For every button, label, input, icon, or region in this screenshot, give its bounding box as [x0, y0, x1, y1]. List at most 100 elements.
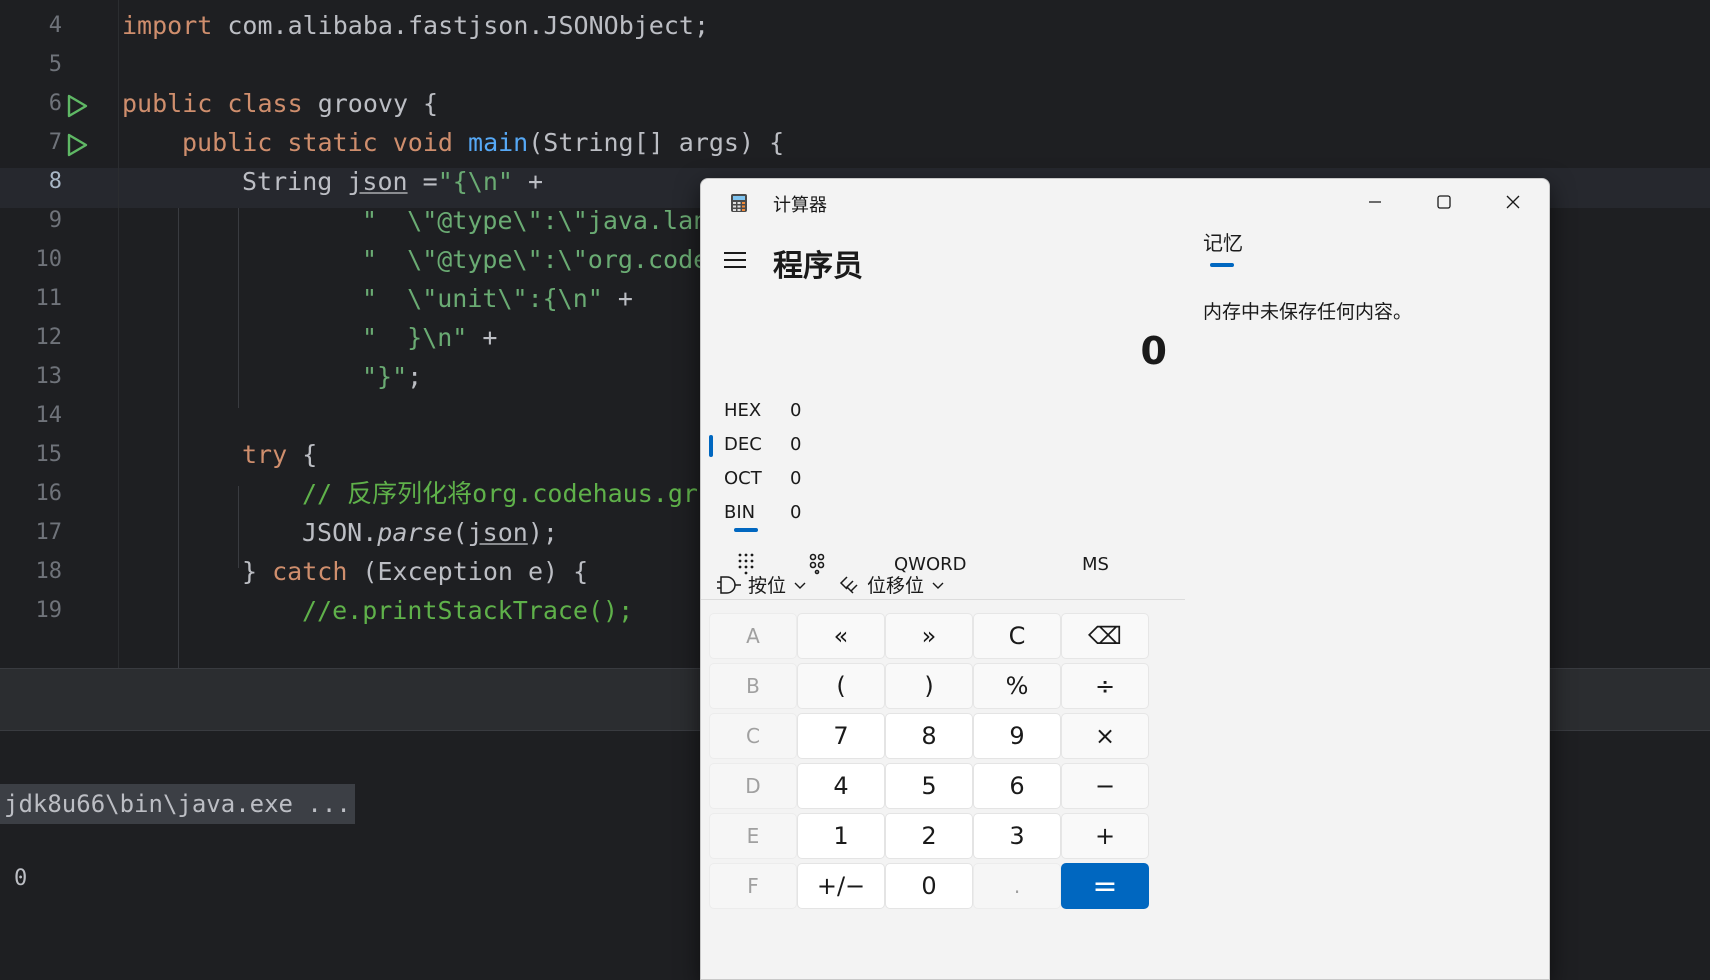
radix-oct[interactable]: OCT 0: [701, 463, 1185, 495]
key-clear[interactable]: C: [973, 613, 1061, 659]
code-line-9[interactable]: " \"@type\":\"java.lan: [362, 201, 708, 241]
key-hex-e[interactable]: E: [709, 813, 797, 859]
console-command[interactable]: jdk8u66\bin\java.exe ...: [0, 784, 355, 824]
key-0[interactable]: 0: [885, 863, 973, 909]
code-token: try: [242, 440, 288, 469]
key-negate[interactable]: +/−: [797, 863, 885, 909]
key-equals[interactable]: =: [1061, 863, 1149, 909]
code-line-4[interactable]: import com.alibaba.fastjson.JSONObject;: [122, 6, 709, 46]
key-multiply[interactable]: ×: [1061, 713, 1149, 759]
line-number: 5: [48, 52, 62, 77]
code-token: void: [392, 128, 453, 157]
key-7[interactable]: 7: [797, 713, 885, 759]
indent-guide: [178, 208, 179, 668]
line-number: 15: [35, 442, 63, 467]
key-4[interactable]: 4: [797, 763, 885, 809]
code-line-18[interactable]: } catch (Exception e) {: [242, 552, 588, 592]
line-number-current: 8: [48, 169, 62, 194]
code-token: " }\n": [362, 323, 468, 352]
code-line-12[interactable]: " }\n" +: [362, 318, 497, 358]
code-token: +: [602, 284, 633, 313]
close-button[interactable]: [1479, 179, 1547, 225]
code-line-7[interactable]: public static void main(String[] args) {: [182, 123, 784, 163]
maximize-button[interactable]: [1410, 179, 1478, 225]
key-add[interactable]: +: [1061, 813, 1149, 859]
code-line-15[interactable]: try {: [242, 435, 317, 475]
key-divide[interactable]: ÷: [1061, 663, 1149, 709]
minimize-button[interactable]: [1341, 179, 1409, 225]
key-modulo[interactable]: %: [973, 663, 1061, 709]
key-hex-a[interactable]: A: [709, 613, 797, 659]
key-open-paren[interactable]: (: [797, 663, 885, 709]
key-9[interactable]: 9: [973, 713, 1061, 759]
radix-value: 0: [790, 502, 802, 523]
maximize-icon: [1437, 195, 1451, 209]
code-token: (: [452, 518, 468, 547]
line-number: 17: [35, 520, 63, 545]
close-icon: [1506, 195, 1520, 209]
line-number: 12: [35, 325, 63, 350]
code-token: import: [122, 11, 213, 40]
console-output: 0: [14, 866, 28, 891]
bitshift-dropdown[interactable]: 位移位: [837, 571, 946, 598]
logic-gate-icon: [717, 575, 741, 594]
key-shift-left[interactable]: «: [797, 613, 885, 659]
code-token: JSON.: [302, 518, 378, 547]
code-token: " \"@type\":\"java.lan: [362, 206, 709, 235]
run-main-icon[interactable]: [64, 132, 90, 158]
key-close-paren[interactable]: ): [885, 663, 973, 709]
code-token: ;: [407, 362, 423, 391]
key-5[interactable]: 5: [885, 763, 973, 809]
radix-bin[interactable]: BIN 0: [701, 497, 1185, 529]
key-decimal[interactable]: .: [973, 863, 1061, 909]
code-line-11[interactable]: " \"unit\":{\n" +: [362, 279, 633, 319]
navigation-menu-icon[interactable]: [721, 249, 749, 271]
code-token: "}": [362, 362, 408, 391]
line-number: 7: [48, 130, 62, 155]
key-shift-right[interactable]: »: [885, 613, 973, 659]
key-1[interactable]: 1: [797, 813, 885, 859]
key-backspace[interactable]: ⌫: [1061, 613, 1149, 659]
code-line-8[interactable]: String json ="{\n" +: [242, 162, 543, 202]
chevron-down-icon: [932, 582, 944, 589]
key-hex-d[interactable]: D: [709, 763, 797, 809]
indent-guide: [238, 486, 239, 568]
run-class-icon[interactable]: [64, 93, 90, 119]
key-subtract[interactable]: −: [1061, 763, 1149, 809]
key-8[interactable]: 8: [885, 713, 973, 759]
code-token: " \"unit\":{\n": [362, 284, 603, 313]
radix-selection-indicator: [709, 435, 713, 457]
code-line-16[interactable]: // 反序列化将org.codehaus.gr: [302, 474, 698, 514]
code-token: +: [512, 167, 544, 196]
key-3[interactable]: 3: [973, 813, 1061, 859]
line-number: 4: [48, 13, 62, 38]
code-line-13[interactable]: "}";: [362, 357, 422, 397]
chevron-down-icon: [794, 582, 806, 589]
key-6[interactable]: 6: [973, 763, 1061, 809]
code-token: "{\n": [437, 167, 513, 196]
minimize-icon: [1369, 201, 1381, 203]
code-line-6[interactable]: public class groovy {: [122, 84, 438, 124]
code-line-10[interactable]: " \"@type\":\"org.code: [362, 240, 708, 280]
code-token: +: [467, 323, 498, 352]
key-hex-c[interactable]: C: [709, 713, 797, 759]
line-number: 16: [35, 481, 63, 506]
code-token: =: [407, 167, 438, 196]
bitwise-label: 按位: [748, 575, 787, 597]
key-2[interactable]: 2: [885, 813, 973, 859]
calculator-titlebar[interactable]: 计算器: [701, 179, 1549, 225]
radix-name: HEX: [724, 400, 762, 421]
key-hex-b[interactable]: B: [709, 663, 797, 709]
bitwise-dropdown[interactable]: 按位: [716, 571, 808, 598]
memory-tab[interactable]: 记忆: [1203, 227, 1243, 256]
code-token: json: [467, 518, 528, 547]
code-line-19[interactable]: //e.printStackTrace();: [302, 591, 633, 631]
radix-dec[interactable]: DEC 0: [701, 429, 1185, 461]
line-number: 19: [35, 598, 63, 623]
key-hex-f[interactable]: F: [709, 863, 797, 909]
window-title: 计算器: [773, 195, 827, 216]
line-number: 10: [35, 247, 63, 272]
radix-hex[interactable]: HEX 0: [701, 395, 1185, 427]
code-line-17[interactable]: JSON.parse(json);: [302, 513, 558, 553]
calculator-window[interactable]: 计算器 程序员 0 HEX 0 DEC 0 OCT 0 BIN 0 QWORD MS 按…: [700, 178, 1550, 980]
